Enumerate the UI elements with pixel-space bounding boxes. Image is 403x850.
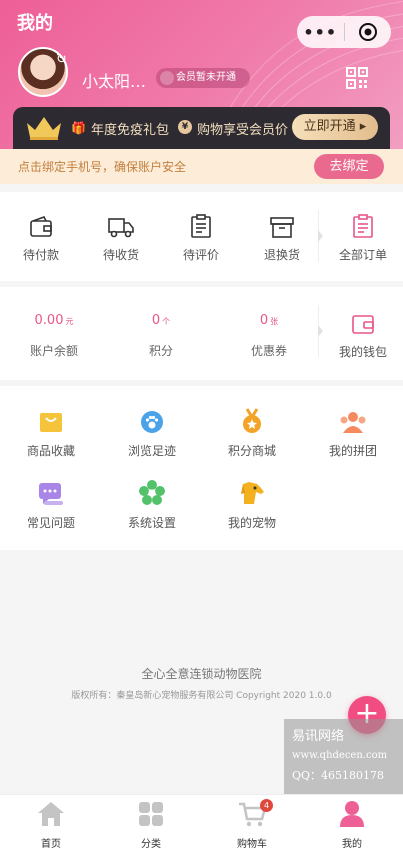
dog-icon bbox=[241, 482, 264, 504]
service-faq[interactable]: 常见问题 bbox=[11, 478, 91, 531]
coupons[interactable]: 0张 优惠券 bbox=[229, 313, 309, 359]
paw-icon bbox=[141, 411, 163, 433]
service-label: 浏览足迹 bbox=[127, 444, 176, 458]
points-label: 积分 bbox=[148, 344, 173, 358]
service-label: 我的宠物 bbox=[227, 516, 276, 530]
more-menu-button[interactable]: ••• bbox=[297, 23, 344, 42]
box-icon bbox=[270, 217, 294, 238]
member-status-text: 会员暂未开通 bbox=[176, 72, 236, 83]
member-status-badge: 会员暂未开通 bbox=[156, 68, 250, 88]
group-icon bbox=[340, 412, 366, 433]
clipboard-icon bbox=[191, 214, 211, 238]
wallet-icon bbox=[30, 216, 52, 237]
bind-phone-text: 点击绑定手机号，确保账户安全 bbox=[18, 160, 187, 174]
tab-cart[interactable]: 4 购物车 bbox=[202, 799, 302, 850]
coupons-label: 优惠券 bbox=[250, 344, 287, 358]
settings-flower-icon bbox=[139, 480, 165, 505]
service-my-pets[interactable]: 我的宠物 bbox=[212, 478, 292, 531]
vip-price-text: 购物享受会员价 bbox=[197, 123, 289, 138]
watermark: 易讯网络 www.qhdecen.com QQ：465180178 bbox=[284, 719, 403, 794]
coin-icon: ¥ bbox=[178, 120, 192, 134]
tab-label: 我的 bbox=[342, 839, 362, 850]
service-favorites[interactable]: 商品收藏 bbox=[11, 406, 91, 459]
cart-count-badge: 4 bbox=[260, 799, 273, 812]
home-icon bbox=[38, 802, 64, 826]
truck-icon bbox=[108, 218, 134, 238]
bind-phone-button[interactable]: 去绑定 bbox=[314, 154, 384, 179]
copyright: 版权所有：秦皇岛新心宠物服务有限公司 Copyright 2020 1.0.0 bbox=[71, 691, 332, 701]
points-value: 0个 bbox=[151, 313, 171, 328]
my-wallet-label: 我的钱包 bbox=[338, 345, 387, 359]
gift-icon: 🎁 bbox=[71, 121, 86, 135]
bind-phone-bar: 点击绑定手机号，确保账户安全 去绑定 bbox=[0, 149, 403, 184]
mini-program-capsule: ••• bbox=[297, 16, 391, 48]
bag-icon bbox=[40, 413, 62, 432]
chat-icon bbox=[39, 483, 63, 505]
refresh-icon[interactable]: ↻ bbox=[56, 52, 67, 67]
username: 小太阳… bbox=[82, 72, 147, 91]
tab-mine[interactable]: 我的 bbox=[302, 799, 402, 850]
target-icon bbox=[358, 23, 377, 41]
service-label: 积分商城 bbox=[227, 444, 276, 458]
open-vip-button[interactable]: 立即开通 ▸ bbox=[292, 114, 378, 140]
watermark-line: www.qhdecen.com bbox=[292, 750, 388, 761]
service-history[interactable]: 浏览足迹 bbox=[112, 406, 192, 459]
purse-icon bbox=[352, 315, 374, 334]
vip-gift-text: 年度免疫礼包 bbox=[91, 123, 170, 138]
page-title: 我的 bbox=[17, 13, 53, 34]
order-label: 全部订单 bbox=[338, 248, 387, 262]
order-label: 待收货 bbox=[102, 248, 139, 262]
services-card: 商品收藏 浏览足迹 积分商城 我的拼团 常见问题 系统设置 我的宠物 bbox=[0, 386, 403, 550]
watermark-line: 易讯网络 bbox=[292, 729, 345, 744]
crown-icon bbox=[27, 117, 61, 140]
order-returns[interactable]: 退换货 bbox=[242, 210, 322, 263]
company-name: 全心全意连锁动物医院 bbox=[141, 667, 262, 681]
service-label: 商品收藏 bbox=[26, 444, 75, 458]
category-grid-icon bbox=[139, 802, 163, 826]
member-badge-icon bbox=[160, 71, 174, 85]
close-mini-program-button[interactable] bbox=[344, 22, 391, 42]
order-label: 待评价 bbox=[182, 248, 219, 262]
order-pending-review[interactable]: 待评价 bbox=[161, 210, 241, 263]
tab-home[interactable]: 首页 bbox=[1, 799, 101, 850]
order-all[interactable]: 全部订单 bbox=[323, 210, 403, 263]
user-icon bbox=[340, 801, 364, 827]
order-pending-receipt[interactable]: 待收货 bbox=[81, 210, 161, 263]
orders-card: 待付款 待收货 待评价 退换货 全部订单 bbox=[0, 192, 403, 281]
wallet-card: 0.00 元 账户余额 0个 积分 0张 优惠券 我的钱包 bbox=[0, 287, 403, 380]
balance-value: 0.00 元 bbox=[34, 313, 74, 328]
order-pending-payment[interactable]: 待付款 bbox=[1, 210, 81, 263]
order-list-icon bbox=[353, 214, 373, 238]
service-group-buy[interactable]: 我的拼团 bbox=[313, 406, 393, 459]
order-label: 退换货 bbox=[263, 248, 300, 262]
balance-label: 账户余额 bbox=[29, 344, 78, 358]
tab-label: 分类 bbox=[141, 839, 161, 850]
service-label: 常见问题 bbox=[26, 516, 75, 530]
tab-label: 首页 bbox=[41, 839, 61, 850]
tab-category[interactable]: 分类 bbox=[101, 799, 201, 850]
coupons-value: 0张 bbox=[259, 313, 279, 328]
vip-promo-bar[interactable]: 🎁 年度免疫礼包 ¥ 购物享受会员价 立即开通 ▸ bbox=[13, 107, 390, 149]
my-wallet[interactable]: 我的钱包 bbox=[323, 307, 403, 360]
account-balance[interactable]: 0.00 元 账户余额 bbox=[14, 313, 94, 359]
qr-code-icon[interactable] bbox=[346, 67, 368, 89]
profile-header: 我的 ••• ↻ 小太阳… 会员暂未开通 🎁 年度免疫礼包 ¥ 购物享受会员价 bbox=[0, 0, 403, 150]
bottom-tab-bar: 首页 分类 4 购物车 我的 bbox=[0, 794, 403, 850]
points[interactable]: 0个 积分 bbox=[121, 313, 201, 359]
service-points-mall[interactable]: 积分商城 bbox=[212, 406, 292, 459]
service-label: 我的拼团 bbox=[328, 444, 377, 458]
service-label: 系统设置 bbox=[127, 516, 176, 530]
medal-icon bbox=[243, 408, 261, 433]
watermark-line: QQ：465180178 bbox=[292, 769, 385, 782]
order-label: 待付款 bbox=[22, 248, 59, 262]
tab-label: 购物车 bbox=[237, 839, 267, 850]
service-settings[interactable]: 系统设置 bbox=[112, 478, 192, 531]
